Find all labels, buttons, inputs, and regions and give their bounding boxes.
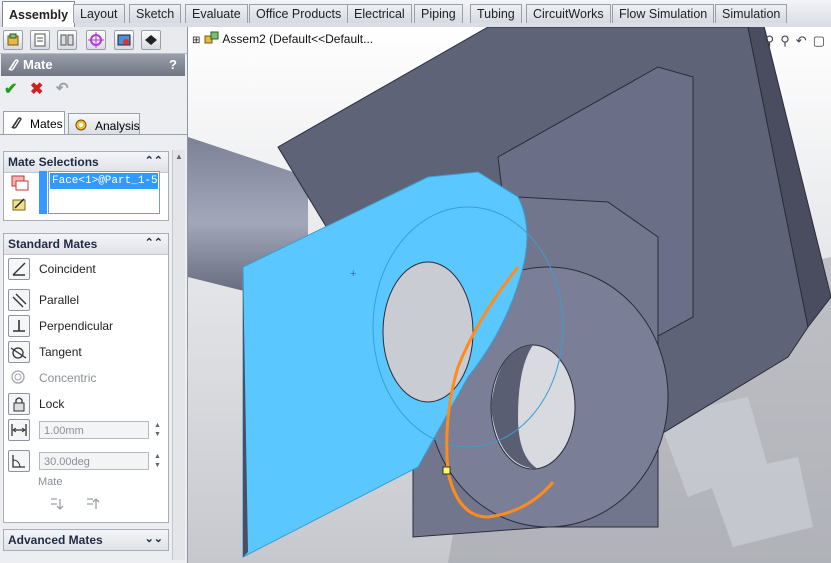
standard-mates-title: Standard Mates [8,237,98,251]
coincident-mate[interactable]: Coincident [8,258,168,280]
mate-alignment-caption: Mate [38,476,63,488]
tab-assembly[interactable]: Assembly [2,1,76,27]
aligned-icon[interactable] [48,496,68,512]
distance-spinner[interactable]: ▲ ▼ [154,421,164,439]
tangent-icon [8,341,30,363]
angle-icon [8,450,30,472]
collapse-chevron-icon[interactable]: ⌃⌃ [145,154,163,167]
tree-expand-icon[interactable]: ⊞ [192,35,200,46]
parallel-mate[interactable]: Parallel [8,289,168,311]
mate-selections-list[interactable]: Face<1>@Part_1-5 [48,171,160,214]
mate-title-bar: Mate ? [1,54,185,76]
standard-mates-header[interactable]: Standard Mates ⌃⌃ [4,234,168,255]
concentric-icon [8,367,30,389]
configuration-manager-icon[interactable] [57,30,77,50]
toolbox-icon[interactable] [141,30,161,50]
undo-icon[interactable]: ↶ [56,79,69,97]
lock-mate[interactable]: Lock [8,393,168,415]
mate-paperclip-icon [8,59,19,71]
feature-manager-icon[interactable] [3,30,23,50]
mate-title: Mate [23,57,53,72]
tab-office-products[interactable]: Office Products [249,4,349,23]
selection-strip [39,171,47,214]
distance-input[interactable]: 1.00mm [39,421,149,439]
tangent-mate[interactable]: Tangent [8,341,168,363]
tab-analysis-label: Analysis [95,119,140,133]
face-hole [382,261,474,403]
property-manager-panel: Mate ? ✔ ✖ ↶ Mates Analysis Mate Selecti… [0,27,188,563]
assembly-icon [204,31,219,44]
tab-layout[interactable]: Layout [73,4,125,23]
property-manager-icon[interactable] [30,30,50,50]
advanced-mates-title: Advanced Mates [8,533,103,547]
lock-icon [8,393,30,415]
help-icon[interactable]: ? [169,57,177,72]
lock-label: Lock [39,397,65,411]
analysis-gear-icon [75,119,87,131]
coincident-icon [8,258,30,280]
model-view[interactable]: + [188,27,831,563]
mate-selections-title: Mate Selections [8,155,99,169]
angle-spinner[interactable]: ▲ ▼ [154,452,164,470]
mate-selections-group: Mate Selections ⌃⌃ Face<1>@Part_1-5 [3,151,169,221]
tangent-label: Tangent [39,345,82,359]
distance-icon [8,419,30,441]
tab-evaluate[interactable]: Evaluate [185,4,248,23]
angle-input[interactable]: 30.00deg [39,452,149,470]
parallel-label: Parallel [39,293,80,307]
tab-analysis[interactable]: Analysis [68,113,140,135]
anti-aligned-icon[interactable] [84,496,104,512]
feature-tree-flyout[interactable]: ⊞ Assem2 (Default<<Default... [192,31,373,46]
concentric-mate[interactable]: Concentric [8,367,168,389]
tab-divider [0,134,187,135]
display-manager-icon[interactable] [114,30,134,50]
angle-mate[interactable]: 30.00deg ▲ ▼ [8,450,168,472]
tab-electrical[interactable]: Electrical [347,4,412,23]
tree-root-label: Assem2 (Default<<Default... [222,32,374,46]
advanced-mates-group: Advanced Mates ⌄⌄ [3,529,169,551]
previous-view-icon[interactable]: ↶ [796,33,813,48]
concentric-label: Concentric [39,371,97,385]
perpendicular-mate[interactable]: Perpendicular [8,315,168,337]
tab-sketch[interactable]: Sketch [129,4,182,23]
expand-chevron-icon[interactable]: ⌄⌄ [145,532,163,545]
tab-tubing[interactable]: Tubing [470,4,522,23]
parallel-icon [8,289,30,311]
ok-check-icon[interactable]: ✔ [4,79,17,99]
manager-toolbar [0,27,187,54]
coincident-label: Coincident [39,262,96,276]
command-manager-tabs: Assembly Layout Sketch Evaluate Office P… [0,0,831,28]
cancel-x-icon[interactable]: ✖ [30,79,43,99]
tab-piping[interactable]: Piping [414,4,463,23]
tab-circuitworks[interactable]: CircuitWorks [526,4,611,23]
collapse-chevron-icon[interactable]: ⌃⌃ [145,236,163,249]
advanced-mates-header[interactable]: Advanced Mates ⌄⌄ [4,530,168,550]
standard-mates-group: Standard Mates ⌃⌃ Coincident Parallel Pe… [3,233,169,523]
zoom-to-fit-icon[interactable]: ⚲ [765,33,781,48]
graphics-viewport[interactable]: + ⊞ Assem2 (Default<<Default... ⚲⚲↶▢ [188,27,831,563]
perpendicular-label: Perpendicular [39,319,114,333]
panel-scrollbar[interactable]: ▲ [172,150,185,560]
dimxpert-manager-icon[interactable] [86,30,106,50]
scroll-up-arrow-icon[interactable]: ▲ [175,152,183,161]
zoom-area-icon[interactable]: ⚲ [780,33,796,48]
tab-simulation[interactable]: Simulation [715,4,788,23]
tab-flow-simulation[interactable]: Flow Simulation [612,4,715,23]
perpendicular-icon [8,315,30,337]
heads-up-view-toolbar: ⚲⚲↶▢ [765,33,831,49]
mate-selection-item[interactable]: Face<1>@Part_1-5 [50,173,158,189]
selection-pushpin-icon [12,198,26,211]
origin-cross-icon: + [350,268,356,280]
distance-mate[interactable]: 1.00mm ▲ ▼ [8,419,168,441]
mate-selections-header[interactable]: Mate Selections ⌃⌃ [4,152,168,173]
tab-mates-label: Mates [30,117,63,131]
section-view-icon[interactable]: ▢ [813,33,831,48]
tab-mates[interactable]: Mates [3,111,65,135]
mates-paperclip-icon [11,117,22,129]
edge-point-marker[interactable] [442,466,451,475]
selection-faces-icon [11,175,29,191]
